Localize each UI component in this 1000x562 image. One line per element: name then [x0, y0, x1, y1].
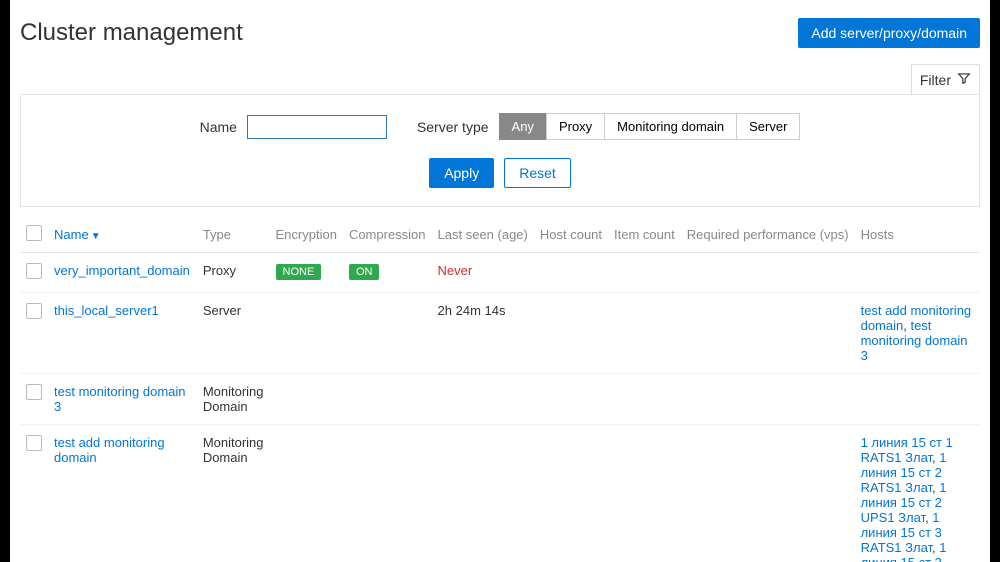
row-encryption [270, 374, 343, 425]
row-hosts: test add monitoring domain, test monitor… [855, 293, 980, 374]
filter-panel: Name Server type Any Proxy Monitoring do… [20, 94, 980, 207]
servertype-server[interactable]: Server [736, 113, 800, 140]
row-hosts [855, 374, 980, 425]
add-server-button[interactable]: Add server/proxy/domain [798, 18, 980, 48]
row-checkbox[interactable] [26, 384, 42, 400]
table-row: test monitoring domain 3 Monitoring Domai… [20, 374, 980, 425]
cluster-table: Name▼ Type Encryption Compression Last s… [20, 217, 980, 562]
row-empty [608, 374, 681, 425]
row-compression: ON [343, 253, 432, 293]
col-type: Type [197, 217, 270, 253]
row-lastseen: Never [432, 253, 534, 293]
row-empty [534, 253, 608, 293]
row-type: Monitoring Domain [197, 425, 270, 562]
encryption-badge: NONE [276, 264, 322, 280]
row-empty [608, 253, 681, 293]
page-title: Cluster management [20, 19, 243, 47]
row-compression [343, 293, 432, 374]
row-empty [534, 425, 608, 562]
row-empty [608, 425, 681, 562]
apply-button[interactable]: Apply [429, 158, 494, 188]
row-encryption [270, 425, 343, 562]
servertype-group: Any Proxy Monitoring domain Server [499, 113, 801, 140]
row-checkbox[interactable] [26, 435, 42, 451]
filter-icon [957, 71, 971, 88]
col-itemcount: Item count [608, 217, 681, 253]
servertype-any[interactable]: Any [499, 113, 547, 140]
name-input[interactable] [247, 115, 387, 139]
row-type: Monitoring Domain [197, 374, 270, 425]
col-reqperf: Required performance (vps) [681, 217, 855, 253]
select-all-checkbox[interactable] [26, 225, 42, 241]
row-empty [681, 253, 855, 293]
reset-button[interactable]: Reset [504, 158, 571, 188]
row-hosts: 1 линия 15 ст 1 RATS1 Злат, 1 линия 15 с… [855, 425, 980, 562]
row-compression [343, 425, 432, 562]
row-empty [681, 425, 855, 562]
row-encryption [270, 293, 343, 374]
filter-tab[interactable]: Filter [911, 64, 980, 94]
col-name[interactable]: Name▼ [48, 217, 197, 253]
col-hostcount: Host count [534, 217, 608, 253]
row-hosts [855, 253, 980, 293]
name-label: Name [200, 119, 237, 135]
row-empty [681, 293, 855, 374]
row-empty [681, 374, 855, 425]
row-name-link[interactable]: this_local_server1 [54, 303, 159, 318]
row-lastseen [432, 425, 534, 562]
col-compression: Compression [343, 217, 432, 253]
col-lastseen: Last seen (age) [432, 217, 534, 253]
compression-badge: ON [349, 264, 380, 280]
servertype-monitoring[interactable]: Monitoring domain [604, 113, 737, 140]
servertype-label: Server type [417, 119, 489, 135]
row-compression [343, 374, 432, 425]
row-name-link[interactable]: test add monitoring domain [54, 435, 165, 465]
row-type: Proxy [197, 253, 270, 293]
row-checkbox[interactable] [26, 263, 42, 279]
row-encryption: NONE [270, 253, 343, 293]
servertype-proxy[interactable]: Proxy [546, 113, 605, 140]
table-row: this_local_server1 Server 2h 24m 14s test a… [20, 293, 980, 374]
table-row: test add monitoring domain Monitoring Dom… [20, 425, 980, 562]
row-empty [534, 293, 608, 374]
row-empty [608, 293, 681, 374]
row-lastseen: 2h 24m 14s [432, 293, 534, 374]
filter-tab-label: Filter [920, 72, 951, 88]
col-hosts: Hosts [855, 217, 980, 253]
row-lastseen [432, 374, 534, 425]
sort-caret-icon: ▼ [91, 231, 101, 242]
row-type: Server [197, 293, 270, 374]
col-encryption: Encryption [270, 217, 343, 253]
row-checkbox[interactable] [26, 303, 42, 319]
table-row: very_important_domain Proxy NONE ON Never [20, 253, 980, 293]
row-name-link[interactable]: test monitoring domain 3 [54, 384, 186, 414]
row-name-link[interactable]: very_important_domain [54, 263, 190, 278]
row-empty [534, 374, 608, 425]
